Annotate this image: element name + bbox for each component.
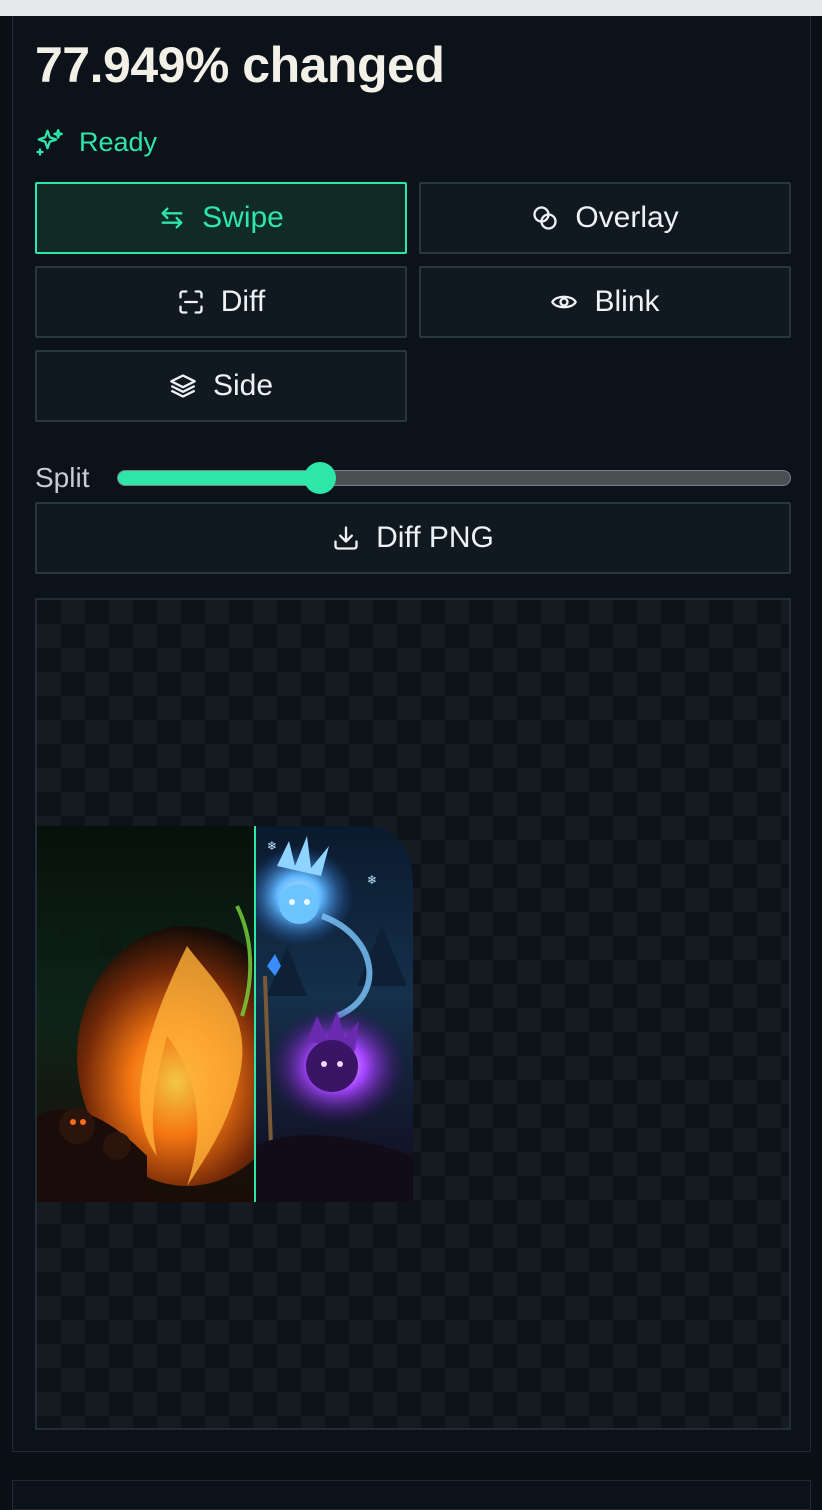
diff-panel: 77.949% changed Ready Swipe Overlay Diff	[12, 16, 811, 1452]
split-slider[interactable]	[117, 462, 791, 494]
download-diff-png-button[interactable]: Diff PNG	[35, 502, 791, 574]
overlap-circles-icon	[533, 206, 557, 230]
overlay-label: Overlay	[575, 201, 679, 234]
svg-text:❄: ❄	[267, 839, 277, 853]
swipe-divider[interactable]	[254, 826, 256, 1202]
comparison-image: ❄ ❄	[37, 826, 413, 1202]
download-icon	[334, 526, 358, 550]
sparkles-icon	[36, 129, 63, 156]
status-text: Ready	[79, 126, 158, 157]
swipe-label: Swipe	[202, 201, 284, 234]
layers-icon	[170, 374, 196, 398]
download-label: Diff PNG	[376, 521, 494, 554]
overlay-mode-button[interactable]: Overlay	[419, 182, 791, 254]
comparison-artwork: ❄ ❄	[37, 826, 413, 1202]
split-slider-thumb[interactable]	[303, 462, 336, 494]
comparison-viewer[interactable]: ❄ ❄	[35, 598, 791, 1430]
swipe-mode-button[interactable]: Swipe	[35, 182, 407, 254]
status-indicator: Ready	[35, 124, 157, 160]
scan-frame-icon	[179, 290, 203, 314]
side-label: Side	[212, 369, 274, 402]
svg-text:❄: ❄	[367, 873, 377, 887]
diff-mode-button[interactable]: Diff	[35, 266, 407, 338]
blink-mode-button[interactable]: Blink	[419, 266, 791, 338]
swap-arrows-icon	[161, 207, 183, 229]
change-percentage-title: 77.949% changed	[35, 37, 445, 93]
split-control: Split	[35, 456, 791, 500]
side-mode-button[interactable]: Side	[35, 350, 407, 422]
diff-label: Diff	[220, 285, 266, 318]
next-panel	[12, 1480, 811, 1510]
browser-top-strip	[0, 0, 822, 16]
split-slider-fill	[118, 471, 320, 485]
split-label: Split	[35, 462, 90, 493]
eye-icon	[551, 295, 578, 309]
blink-label: Blink	[594, 285, 660, 318]
